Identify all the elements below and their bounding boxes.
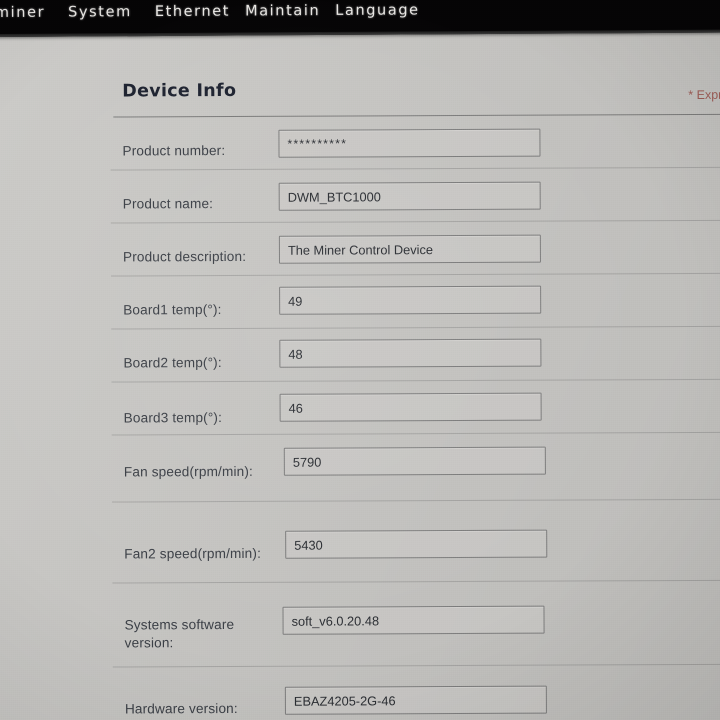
required-field-note: * Expr <box>688 87 720 102</box>
systems-software-version-input[interactable]: soft_v6.0.20.48 <box>282 605 545 635</box>
table-row: Product number: ********** <box>110 114 720 171</box>
board2-temp-input[interactable]: 48 <box>279 338 542 368</box>
board1-temp-input[interactable]: 49 <box>279 285 542 315</box>
field-label: Board2 temp(°): <box>123 355 222 371</box>
page-title: Device Info <box>122 80 237 102</box>
field-label: Hardware version: <box>124 700 238 717</box>
table-row: Fan2 speed(rpm/min): 5430 <box>112 499 720 584</box>
field-label: Systems software version: <box>124 616 235 651</box>
nav-item-cgminer[interactable]: gminer <box>0 2 45 24</box>
nav-item-language[interactable]: Language <box>335 0 419 22</box>
nav-item-maintain[interactable]: Maintain <box>245 0 320 22</box>
device-screen: gminer System Ethernet Maintain Language… <box>0 0 720 720</box>
field-label: Product description: <box>122 248 247 265</box>
field-label: Board1 temp(°): <box>123 302 222 318</box>
table-row: Board2 temp(°): 48 <box>111 326 720 383</box>
field-label: Fan2 speed(rpm/min): <box>124 545 262 562</box>
table-row: Board3 temp(°): 46 <box>111 379 720 436</box>
field-label: Board3 temp(°): <box>123 410 223 426</box>
hardware-version-input[interactable]: EBAZ4205-2G-46 <box>284 685 547 715</box>
nav-item-list: gminer System Ethernet Maintain Language <box>0 0 420 24</box>
table-row: Fan speed(rpm/min): 5790 <box>111 432 720 503</box>
product-description-input[interactable]: The Miner Control Device <box>278 234 541 264</box>
table-row: Product description: The Miner Control D… <box>110 220 720 277</box>
fan-speed-input[interactable]: 5790 <box>283 446 546 476</box>
nav-item-system[interactable]: System <box>68 1 132 23</box>
table-row: Board1 temp(°): 49 <box>111 273 720 330</box>
main-content: Device Info * Expr Product number: *****… <box>0 35 720 720</box>
board3-temp-input[interactable]: 46 <box>279 392 542 422</box>
table-row: Product name: DWM_BTC1000 <box>110 167 720 224</box>
field-label: Fan speed(rpm/min): <box>123 463 253 480</box>
table-row: Hardware version: EBAZ4205-2G-46 <box>113 665 720 720</box>
device-info-panel: Device Info * Expr Product number: *****… <box>110 35 720 720</box>
table-row: Systems software version: soft_v6.0.20.4… <box>112 580 720 668</box>
field-label: Product number: <box>122 143 226 159</box>
field-label: Product name: <box>122 196 214 212</box>
fan2-speed-input[interactable]: 5430 <box>285 529 548 559</box>
product-number-input[interactable]: ********** <box>278 128 541 158</box>
top-navigation-bar: gminer System Ethernet Maintain Language <box>0 0 720 37</box>
product-name-input[interactable]: DWM_BTC1000 <box>278 181 541 211</box>
nav-item-ethernet[interactable]: Ethernet <box>155 1 230 23</box>
